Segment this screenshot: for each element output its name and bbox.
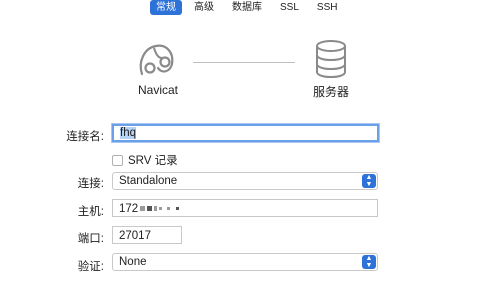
srv-record-label: SRV 记录: [128, 155, 178, 167]
database-icon: [313, 38, 349, 80]
host-value: 172: [119, 203, 139, 215]
tab-advanced[interactable]: 高级: [188, 0, 220, 15]
redaction-mark: [147, 206, 153, 212]
host-input[interactable]: 172: [112, 199, 378, 217]
client-label: Navicat: [138, 83, 179, 97]
port-input[interactable]: 27017: [112, 226, 182, 244]
chevron-updown-icon: ▲ ▼: [362, 174, 376, 188]
tab-ssh[interactable]: SSH: [311, 0, 344, 15]
connection-diagram: Navicat 服务器: [0, 34, 480, 104]
auth-select[interactable]: None ▲ ▼: [112, 253, 378, 271]
tab-ssl[interactable]: SSL: [274, 0, 305, 15]
redaction-mark: [159, 207, 163, 211]
chevron-updown-icon: ▲ ▼: [362, 255, 376, 269]
connection-name-label: 连接名:: [66, 131, 104, 143]
port-value: 27017: [119, 230, 151, 242]
tab-general[interactable]: 常规: [150, 0, 182, 15]
connection-type-label: 连接:: [77, 178, 104, 190]
connection-name-value: fhq: [120, 127, 136, 139]
tab-bar: 常规 高级 数据库 SSL SSH: [150, 0, 343, 15]
connection-type-select[interactable]: Standalone ▲ ▼: [112, 172, 378, 190]
navicat-dolphin-icon: [136, 38, 178, 80]
auth-label: 验证:: [77, 261, 104, 273]
host-label: 主机:: [77, 206, 104, 218]
redaction-mark: [176, 207, 180, 211]
port-label: 端口:: [77, 233, 104, 245]
srv-record-checkbox[interactable]: [112, 154, 123, 166]
server-label: 服务器: [313, 85, 350, 99]
redaction-mark: [167, 207, 171, 211]
srv-record-row[interactable]: SRV 记录: [112, 152, 178, 168]
auth-value: None: [119, 256, 147, 268]
connection-type-value: Standalone: [119, 175, 178, 187]
connection-line: [193, 62, 295, 63]
redaction-mark: [140, 206, 146, 212]
redaction-mark: [154, 206, 158, 212]
connection-name-input[interactable]: fhq: [112, 124, 379, 142]
tab-databases[interactable]: 数据库: [226, 0, 268, 15]
